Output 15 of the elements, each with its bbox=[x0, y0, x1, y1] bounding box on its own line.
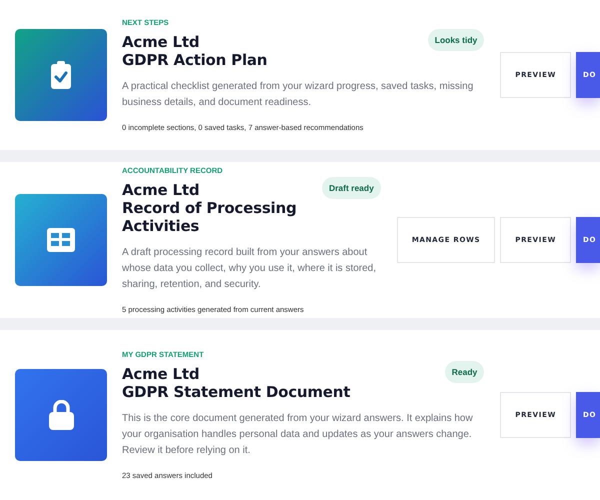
clipboard-check-icon bbox=[51, 61, 71, 89]
description: This is the core document generated from your wizard answers. It explains how your organisation handles personal data and updates as your answers change. Review it before relying on it. bbox=[122, 412, 474, 458]
company-name: Acme Ltd bbox=[122, 365, 200, 383]
status-badge: Looks tidy bbox=[428, 29, 484, 51]
document-title: GDPR Statement Document bbox=[122, 383, 350, 401]
description: A practical checklist generated from your wizard progress, saved tasks, missing business details, and document readiness. bbox=[122, 80, 474, 110]
status-badge: Draft ready bbox=[322, 177, 381, 199]
document-title: Record of Processing Activities bbox=[122, 199, 298, 235]
document-title: GDPR Action Plan bbox=[122, 51, 268, 69]
company-name: Acme Ltd bbox=[122, 33, 200, 51]
status-badge: Ready bbox=[444, 361, 484, 383]
table-icon bbox=[47, 228, 75, 252]
description: A draft processing record built from your answers about whose data you collect, why you use it, where it is stored, sharing, retention, and security. bbox=[122, 246, 378, 292]
lock-icon bbox=[48, 400, 74, 430]
company-name: Acme Ltd bbox=[122, 181, 200, 199]
